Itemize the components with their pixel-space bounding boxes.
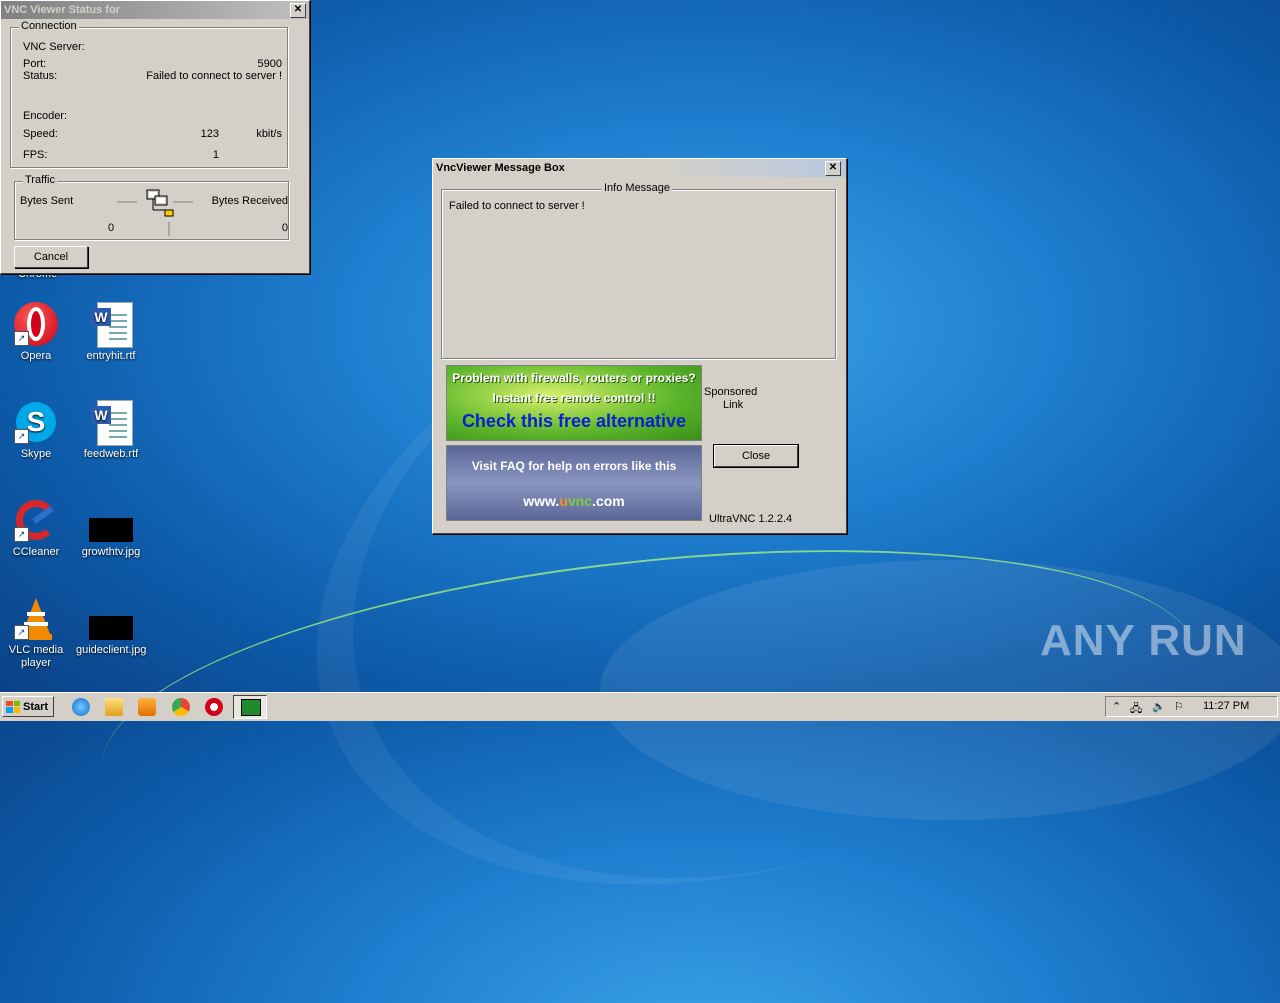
speed-unit: kbit/s: [256, 128, 282, 140]
fps-label: FPS:: [23, 149, 48, 161]
sponsored-ad-banner[interactable]: Problem with firewalls, routers or proxi…: [446, 365, 702, 441]
bytes-sent-value: 0: [108, 222, 115, 234]
clock[interactable]: 11:27 PM: [1203, 700, 1249, 712]
window-title: VNC Viewer Status for: [4, 4, 120, 16]
sponsored-label: Sponsored: [704, 386, 758, 398]
desktop-icon-vlc[interactable]: ↗ VLC media player: [1, 596, 71, 670]
network-icon[interactable]: 🖧: [1130, 700, 1142, 719]
vnc-viewer-icon: [241, 699, 261, 716]
ad-link-text: Check this free alternative: [461, 411, 687, 431]
watermark-logo: ANY RUN: [1040, 616, 1247, 665]
word-document-icon: W: [89, 400, 133, 446]
port-label: Port:: [23, 58, 47, 70]
speed-label: Speed:: [23, 128, 58, 140]
ad-headline: Problem with firewalls, routers or proxi…: [452, 371, 696, 385]
desktop-icon-label: feedweb.rtf: [83, 448, 139, 460]
version-label: UltraVNC 1.2.2.4: [709, 513, 793, 525]
window-title: VncViewer Message Box: [436, 162, 565, 174]
start-button[interactable]: Start: [2, 696, 54, 717]
volume-icon[interactable]: 🔈: [1152, 700, 1166, 713]
desktop-icon-feedweb[interactable]: W feedweb.rtf: [76, 400, 146, 461]
faq-text: Visit FAQ for help on errors like this: [471, 459, 677, 473]
encoder-label: Encoder:: [23, 110, 68, 122]
faq-banner[interactable]: Visit FAQ for help on errors like this w…: [446, 445, 702, 521]
connection-group: Connection VNC Server: Port: 5900 Status…: [10, 20, 288, 168]
desktop-icon-entryhit[interactable]: W entryhit.rtf: [76, 302, 146, 363]
vnc-server-label: VNC Server:: [23, 41, 85, 53]
internet-explorer-icon[interactable]: [72, 698, 90, 716]
faq-site-url: www.uvnc.com: [523, 493, 625, 509]
cancel-button[interactable]: Cancel: [14, 246, 88, 268]
desktop-icon-label: entryhit.rtf: [86, 350, 136, 362]
ad-subline: Instant free remote control !!: [492, 391, 656, 405]
shortcut-arrow-icon: ↗: [14, 331, 29, 346]
shortcut-arrow-icon: ↗: [14, 527, 29, 542]
bytes-received-value: 0: [281, 222, 288, 234]
port-value: 5900: [257, 58, 282, 70]
desktop-icon-label: CCleaner: [12, 546, 60, 558]
group-title: Connection: [19, 20, 79, 32]
desktop-icon-label: Opera: [20, 350, 52, 362]
taskbar: Start ⌃ 🖧 🔈 ⚐ 11:27 PM: [0, 692, 1280, 721]
vnc-viewer-task-button[interactable]: [233, 695, 267, 719]
speed-value: 123: [200, 128, 219, 140]
close-icon[interactable]: ✕: [290, 2, 306, 18]
media-player-icon[interactable]: [138, 698, 156, 716]
opera-icon: ↗: [14, 302, 58, 346]
vnc-message-box: VncViewer Message Box ✕ Info Message Fai…: [432, 158, 847, 534]
close-icon[interactable]: ✕: [825, 160, 841, 176]
desktop-icon-label: Skype: [20, 448, 52, 460]
desktop-icon-opera[interactable]: ↗ Opera: [1, 302, 71, 363]
word-document-icon: W: [89, 302, 133, 348]
info-message-text: Failed to connect to server !: [449, 200, 585, 212]
message-box-titlebar[interactable]: VncViewer Message Box ✕: [433, 159, 846, 177]
shortcut-arrow-icon: ↗: [14, 429, 29, 444]
skype-icon: S ↗: [14, 400, 58, 444]
traffic-group: Traffic Bytes Sent Bytes Received 0 0: [14, 174, 289, 240]
system-tray: ⌃ 🖧 🔈 ⚐ 11:27 PM: [1105, 696, 1278, 717]
windows-logo-icon: [6, 700, 20, 713]
desktop-icon-label: VLC media player: [8, 644, 64, 669]
desktop-icon-label: guideclient.jpg: [76, 644, 147, 656]
desktop-icon-ccleaner[interactable]: ↗ CCleaner: [1, 498, 71, 559]
image-thumbnail-icon: [89, 498, 133, 542]
image-thumbnail-icon: [89, 596, 133, 640]
desktop-icon-label: growthtv.jpg: [81, 546, 141, 558]
group-title: Info Message: [602, 182, 673, 194]
desktop-icon-guideclient[interactable]: guideclient.jpg: [76, 596, 146, 657]
bytes-sent-label: Bytes Sent: [20, 195, 74, 207]
ccleaner-icon: ↗: [14, 498, 58, 542]
status-window-titlebar[interactable]: VNC Viewer Status for ✕: [1, 1, 309, 19]
shortcut-arrow-icon: ↗: [14, 625, 29, 640]
show-hidden-icons-icon[interactable]: ⌃: [1112, 700, 1121, 713]
close-button[interactable]: Close: [713, 444, 799, 468]
opera-icon[interactable]: [205, 698, 223, 716]
chrome-icon[interactable]: [172, 698, 190, 716]
network-computers-icon: [117, 189, 193, 236]
explorer-folder-icon[interactable]: [105, 698, 123, 716]
start-label: Start: [23, 700, 49, 713]
sponsored-link-label: Link: [723, 399, 744, 411]
vlc-icon: ↗: [14, 596, 58, 640]
fps-value: 1: [212, 149, 219, 161]
info-message-group: Info Message Failed to connect to server…: [441, 182, 836, 359]
vnc-status-window: VNC Viewer Status for ✕ Connection VNC S…: [0, 0, 310, 274]
desktop-icon-growthtv[interactable]: growthtv.jpg: [76, 498, 146, 559]
group-title: Traffic: [23, 174, 57, 186]
status-value: Failed to connect to server !: [146, 70, 282, 82]
status-label: Status:: [23, 70, 58, 82]
desktop-icon-skype[interactable]: S ↗ Skype: [1, 400, 71, 461]
bytes-received-label: Bytes Received: [211, 195, 288, 207]
action-center-flag-icon[interactable]: ⚐: [1174, 700, 1184, 713]
